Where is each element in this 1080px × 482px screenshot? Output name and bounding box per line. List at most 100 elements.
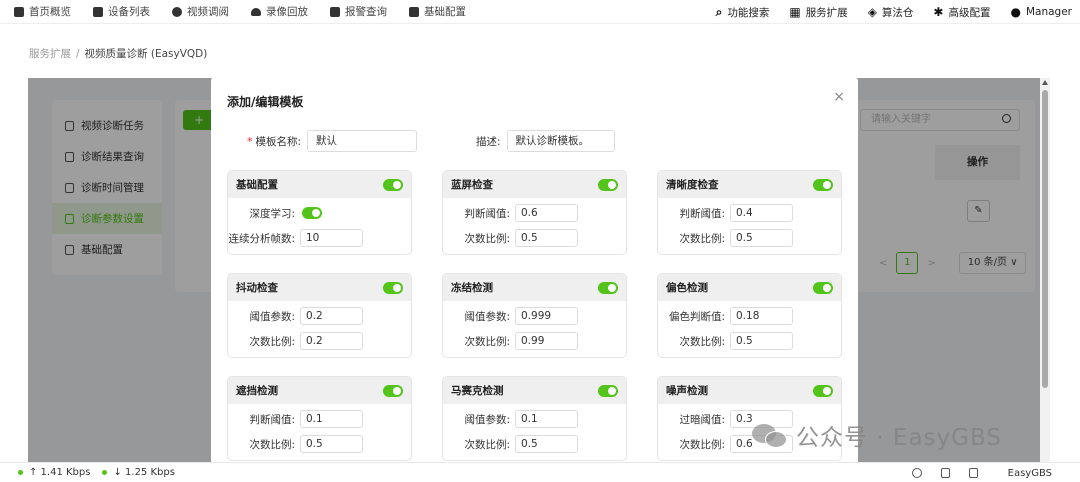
- nav-user[interactable]: ● Manager: [1010, 5, 1072, 19]
- card-freeze: 冻结检测 阈值参数: 0.999 次数比例: 0.99: [442, 273, 627, 358]
- nav-advanced-config[interactable]: ✱ 高级配置: [933, 5, 990, 20]
- camera-icon: [93, 6, 103, 17]
- ratio-label: 次数比例:: [464, 232, 510, 245]
- card-toggle[interactable]: [383, 178, 403, 191]
- scrollbar[interactable]: [1040, 78, 1050, 462]
- param-label: 阈值参数:: [464, 413, 510, 426]
- ratio-label: 次数比例:: [679, 335, 725, 348]
- param-input[interactable]: 0.18: [730, 307, 793, 325]
- card-title: 冻结检测: [451, 282, 493, 294]
- description-row: 描述: 默认诊断模板。: [476, 130, 615, 152]
- breadcrumb-separator: /: [76, 48, 80, 60]
- brand-label: EasyGBS: [1007, 467, 1052, 479]
- nav-item-alarm[interactable]: 报警查询: [330, 4, 387, 19]
- nav-function-search[interactable]: ⌕ 功能搜索: [716, 5, 770, 20]
- status-dot: [102, 470, 108, 475]
- ratio-label: 次数比例:: [679, 232, 725, 245]
- help-icon[interactable]: [911, 468, 922, 478]
- card-title: 基础配置: [236, 179, 278, 191]
- nav-left: 首页概览 设备列表 视频调阅 录像回放 报警查询 基础配置: [0, 4, 488, 19]
- ratio-input[interactable]: 0.99: [515, 332, 578, 350]
- card-title: 马赛克检测: [451, 385, 504, 397]
- nav-item-basic-config[interactable]: 基础配置: [409, 4, 466, 19]
- template-name-input[interactable]: 默认: [307, 130, 418, 152]
- ratio-input[interactable]: 0.2: [300, 332, 363, 350]
- description-input[interactable]: 默认诊断模板。: [506, 130, 615, 152]
- nav-algorithm[interactable]: ◈ 算法仓: [868, 5, 914, 20]
- card-title: 抖动检查: [236, 282, 278, 294]
- card-toggle[interactable]: [598, 178, 618, 191]
- card-toggle[interactable]: [813, 384, 833, 397]
- card-jitter: 抖动检查 阈值参数: 0.2 次数比例: 0.2: [227, 273, 412, 358]
- param-input[interactable]: 0.1: [300, 410, 363, 428]
- pen-icon: [409, 6, 419, 17]
- card-toggle[interactable]: [383, 384, 403, 397]
- param-input[interactable]: 0.999: [515, 307, 578, 325]
- scrollbar-thumb[interactable]: [1042, 90, 1048, 388]
- dropbox-icon: ◈: [867, 5, 877, 19]
- deep-learning-label: 深度学习:: [249, 207, 295, 220]
- required-mark: *: [247, 134, 253, 148]
- ratio-input[interactable]: 0.5: [515, 229, 578, 247]
- upload-rate: ↑ 1.41 Kbps: [18, 467, 90, 478]
- ratio-input[interactable]: 0.5: [730, 229, 793, 247]
- card-mosaic: 马赛克检测 阈值参数: 0.1 次数比例: 0.5: [442, 376, 627, 461]
- nav-item-video[interactable]: 视频调阅: [172, 4, 229, 19]
- param-input[interactable]: 0.6: [515, 204, 578, 222]
- export-icon[interactable]: [968, 468, 978, 478]
- breadcrumb: 服务扩展 / 视频质量诊断 (EasyVQD): [29, 46, 207, 61]
- frames-input[interactable]: 10: [300, 229, 363, 247]
- nav-item-playback[interactable]: 录像回放: [251, 4, 308, 19]
- param-label: 判断阈值:: [249, 413, 295, 426]
- grid-icon: ▦: [789, 5, 801, 19]
- param-label: 偏色判断值:: [668, 310, 725, 323]
- scroll-up-icon[interactable]: [1042, 80, 1048, 85]
- card-toggle[interactable]: [598, 384, 618, 397]
- breadcrumb-parent[interactable]: 服务扩展: [29, 48, 71, 60]
- card-occlusion: 遮挡检测 判断阈值: 0.1 次数比例: 0.5: [227, 376, 412, 461]
- nav-service-ext[interactable]: ▦ 服务扩展: [789, 5, 847, 20]
- param-label: 过暗阈值:: [679, 413, 725, 426]
- card-toggle[interactable]: [383, 281, 403, 294]
- template-name-label: 模板名称:: [255, 135, 302, 148]
- card-toggle[interactable]: [813, 178, 833, 191]
- close-icon[interactable]: ×: [833, 89, 845, 105]
- card-basic-config: 基础配置 深度学习: 连续分析帧数: 10: [227, 170, 412, 255]
- watermark: 公众号 · EasyGBS: [752, 418, 1002, 452]
- play-icon: [172, 6, 182, 17]
- ratio-label: 次数比例:: [249, 438, 295, 451]
- param-input[interactable]: 0.2: [300, 307, 363, 325]
- card-title: 蓝屏检查: [451, 179, 493, 191]
- param-input[interactable]: 0.4: [730, 204, 793, 222]
- param-input[interactable]: 0.1: [515, 410, 578, 428]
- template-name-row: * 模板名称: 默认: [247, 130, 418, 152]
- description-label: 描述:: [476, 135, 501, 148]
- download-rate: ↓ 1.25 Kbps: [102, 467, 175, 478]
- card-blue-screen: 蓝屏检查 判断阈值: 0.6 次数比例: 0.5: [442, 170, 627, 255]
- document-icon[interactable]: [940, 468, 950, 478]
- ratio-input[interactable]: 0.5: [300, 435, 363, 453]
- gear-icon: ✱: [933, 5, 944, 19]
- card-toggle[interactable]: [813, 281, 833, 294]
- edit-template-modal: 添加/编辑模板 × * 模板名称: 默认 描述: 默认诊断模板。 基础配置 深度…: [211, 77, 858, 462]
- param-label: 判断阈值:: [679, 207, 725, 220]
- breadcrumb-current: 视频质量诊断 (EasyVQD): [84, 48, 208, 60]
- ratio-input[interactable]: 0.5: [730, 332, 793, 350]
- nav-item-devices[interactable]: 设备列表: [93, 4, 150, 19]
- modal-title: 添加/编辑模板: [227, 95, 304, 109]
- param-label: 阈值参数:: [249, 310, 295, 323]
- deep-learning-toggle[interactable]: [302, 207, 322, 219]
- home-icon: [14, 6, 24, 17]
- cloud-icon: [251, 7, 261, 16]
- card-toggle[interactable]: [598, 281, 618, 294]
- alarm-icon: [330, 6, 340, 17]
- wechat-icon: [752, 420, 788, 450]
- card-title: 噪声检测: [666, 385, 708, 397]
- top-nav: 首页概览 设备列表 视频调阅 录像回放 报警查询 基础配置 ⌕ 功能搜索 ▦ 服务扩…: [0, 0, 1080, 24]
- nav-right: ⌕ 功能搜索 ▦ 服务扩展 ◈ 算法仓 ✱ 高级配置 ● Manager: [696, 0, 1072, 24]
- status-dot: [18, 470, 23, 475]
- watermark-text: 公众号 · EasyGBS: [796, 425, 1002, 451]
- ratio-input[interactable]: 0.5: [515, 435, 578, 453]
- param-label: 阈值参数:: [464, 310, 510, 323]
- nav-item-home[interactable]: 首页概览: [14, 4, 71, 19]
